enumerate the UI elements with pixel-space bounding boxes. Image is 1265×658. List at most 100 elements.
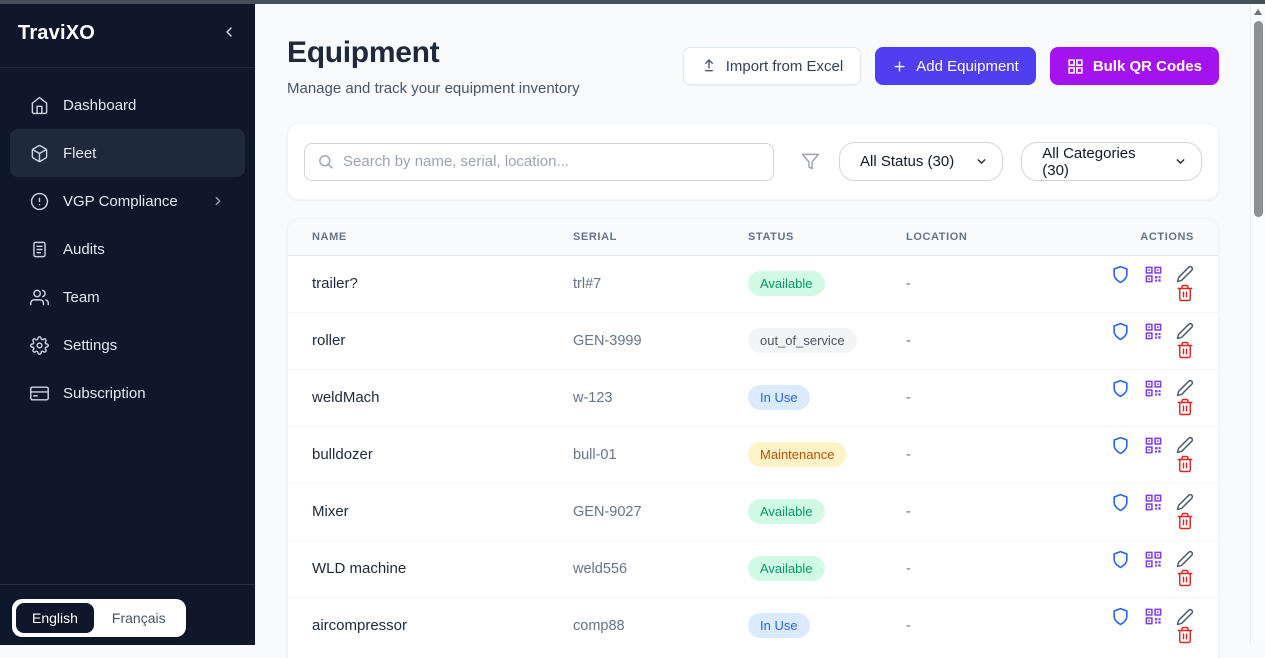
qr-code-button[interactable] [1144,322,1163,341]
trash-icon [1176,569,1194,587]
sidebar-nav: Dashboard Fleet VGP Compliance Audits [0,68,255,584]
compliance-shield-button[interactable] [1111,379,1130,398]
brand-logo: TraviXO [18,22,95,45]
trash-icon [1176,284,1194,302]
status-badge: In Use [748,385,810,410]
equipment-location: - [906,597,1071,654]
category-filter-select[interactable]: All Categories (30) [1021,142,1202,181]
equipment-location: - [906,540,1071,597]
edit-button[interactable] [1176,550,1194,568]
status-badge: Maintenance [748,442,846,467]
edit-button[interactable] [1176,322,1194,340]
qr-code-icon [1144,607,1163,626]
column-header-actions: Actions [1071,219,1218,255]
qr-code-button[interactable] [1144,379,1163,398]
qr-code-button[interactable] [1144,265,1163,284]
sidebar-item-label: Audits [63,241,105,258]
sidebar-item-label: VGP Compliance [63,193,178,210]
edit-button[interactable] [1176,265,1194,283]
sidebar-item-subscription[interactable]: Subscription [10,369,245,417]
edit-button[interactable] [1176,608,1194,626]
delete-button[interactable] [1176,341,1194,359]
equipment-location: - [906,255,1071,312]
delete-button[interactable] [1176,512,1194,530]
trash-icon [1176,512,1194,530]
delete-button[interactable] [1176,626,1194,644]
alert-circle-icon [30,192,49,211]
pencil-icon [1176,608,1194,626]
compliance-shield-button[interactable] [1111,607,1130,626]
compliance-shield-button[interactable] [1111,322,1130,341]
sidebar-item-label: Team [63,289,100,306]
pencil-icon [1176,265,1194,283]
sidebar-item-dashboard[interactable]: Dashboard [10,81,245,129]
qr-code-button[interactable] [1144,550,1163,569]
sidebar-item-audits[interactable]: Audits [10,225,245,273]
status-filter-select[interactable]: All Status (30) [839,142,1003,181]
table-row: weldMach w-123 In Use - [288,369,1218,426]
main-content: Equipment Manage and track your equipmen… [255,4,1250,645]
equipment-location: - [906,426,1071,483]
delete-button[interactable] [1176,569,1194,587]
search-input[interactable] [343,153,761,170]
page-title: Equipment [287,36,580,70]
compliance-shield-button[interactable] [1111,265,1130,284]
status-badge: out_of_service [748,328,857,353]
pencil-icon [1176,322,1194,340]
sidebar-item-fleet[interactable]: Fleet [10,129,245,177]
shield-icon [1111,436,1130,455]
sidebar-item-settings[interactable]: Settings [10,321,245,369]
sidebar-item-label: Fleet [63,145,96,162]
qr-code-button[interactable] [1144,493,1163,512]
page-header: Equipment Manage and track your equipmen… [287,36,580,97]
cube-icon [30,144,49,163]
chevron-right-icon [211,194,225,208]
header-actions: Import from Excel Add Equipment Bulk QR … [683,47,1219,85]
vertical-scrollbar [1250,4,1265,645]
filter-bar: All Status (30) All Categories (30) [287,123,1219,200]
sidebar-item-team[interactable]: Team [10,273,245,321]
import-from-excel-button[interactable]: Import from Excel [683,47,862,85]
edit-button[interactable] [1176,436,1194,454]
sidebar-item-vgp-compliance[interactable]: VGP Compliance [10,177,245,225]
equipment-table-body: trailer? trl#7 Available - [288,255,1218,654]
language-button-english[interactable]: English [16,603,94,633]
sidebar-item-label: Dashboard [63,97,136,114]
chevron-down-icon [1174,155,1187,168]
compliance-shield-button[interactable] [1111,436,1130,455]
qr-code-button[interactable] [1144,436,1163,455]
home-icon [30,96,49,115]
scroll-up-arrow[interactable] [1254,9,1262,15]
filter-funnel-icon [801,152,820,171]
plus-icon [892,59,907,74]
qr-code-button[interactable] [1144,607,1163,626]
add-equipment-button[interactable]: Add Equipment [875,47,1036,85]
search-icon [317,153,334,170]
equipment-name: bulldozer [288,426,573,483]
bulk-qr-codes-button[interactable]: Bulk QR Codes [1050,47,1219,85]
gear-icon [30,336,49,355]
equipment-serial: trl#7 [573,255,748,312]
qr-code-icon [1144,436,1163,455]
scrollbar-thumb[interactable] [1254,21,1263,217]
delete-button[interactable] [1176,455,1194,473]
compliance-shield-button[interactable] [1111,493,1130,512]
search-box [304,143,774,181]
edit-button[interactable] [1176,493,1194,511]
compliance-shield-button[interactable] [1111,550,1130,569]
sidebar-collapse-button[interactable] [221,24,237,43]
delete-button[interactable] [1176,284,1194,302]
equipment-name: aircompressor [288,597,573,654]
edit-button[interactable] [1176,379,1194,397]
delete-button[interactable] [1176,398,1194,416]
table-row: roller GEN-3999 out_of_service - [288,312,1218,369]
shield-icon [1111,607,1130,626]
pencil-icon [1176,379,1194,397]
qr-code-icon [1144,550,1163,569]
table-row: Mixer GEN-9027 Available - [288,483,1218,540]
language-button-francais[interactable]: Français [96,603,182,633]
column-header-location: Location [906,219,1071,255]
qr-code-icon [1144,265,1163,284]
trash-icon [1176,455,1194,473]
equipment-serial: weld556 [573,540,748,597]
